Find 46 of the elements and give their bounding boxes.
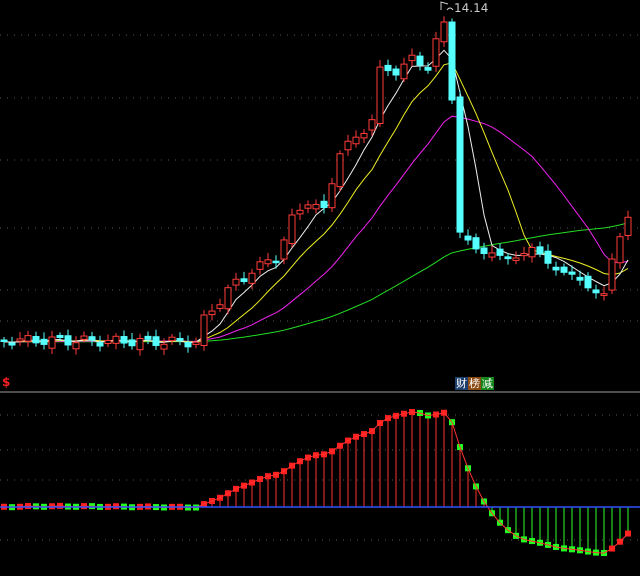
indicator-bar [225,490,231,508]
indicator-bar [265,473,271,508]
indicator-bar [297,458,303,508]
indicator-bar [257,476,263,508]
indicator-bar [305,454,311,508]
indicator-bar [321,451,327,508]
signal-mark: $ [2,375,10,389]
indicator-bar [537,506,543,546]
indicator-bar [521,506,527,542]
indicator-bar [289,462,295,508]
indicator-bar [585,506,591,555]
indicator-bar [481,498,487,508]
indicator-badge: 财 [455,377,468,390]
indicator-bar [473,483,479,508]
indicator-bar [553,506,559,550]
indicator-bar [513,506,519,539]
indicator-bar [593,506,599,556]
indicator-bar [609,506,615,552]
indicator-bar [569,506,575,552]
indicator-bar [457,444,463,508]
indicator-bar [489,506,495,516]
indicator-bar [281,468,287,508]
indicator-bar [273,472,279,508]
indicator-bar [329,448,335,508]
indicator-bar [217,494,223,508]
indicator-bar [209,498,215,508]
indicator-bar [497,506,503,526]
indicator-bar [465,465,471,508]
indicator-bar [601,506,607,556]
indicator-badge: 榜 [468,377,481,390]
indicator-bar [345,438,351,508]
indicator-bar [241,482,247,508]
indicator-bar [313,452,319,508]
indicator-bar [337,442,343,508]
indicator-bar [545,506,551,548]
indicator-bar [505,506,511,534]
indicator-bar [577,506,583,554]
indicator-bar [529,506,535,544]
price-high-label: 14.14 [454,1,488,15]
indicator-bar [617,506,623,545]
indicator-bar [561,506,567,552]
indicator-badge: 减 [481,377,494,390]
indicator-bar [625,506,631,537]
indicator-bar [249,480,255,508]
indicator-bar [233,486,239,508]
leader-line [440,2,454,10]
